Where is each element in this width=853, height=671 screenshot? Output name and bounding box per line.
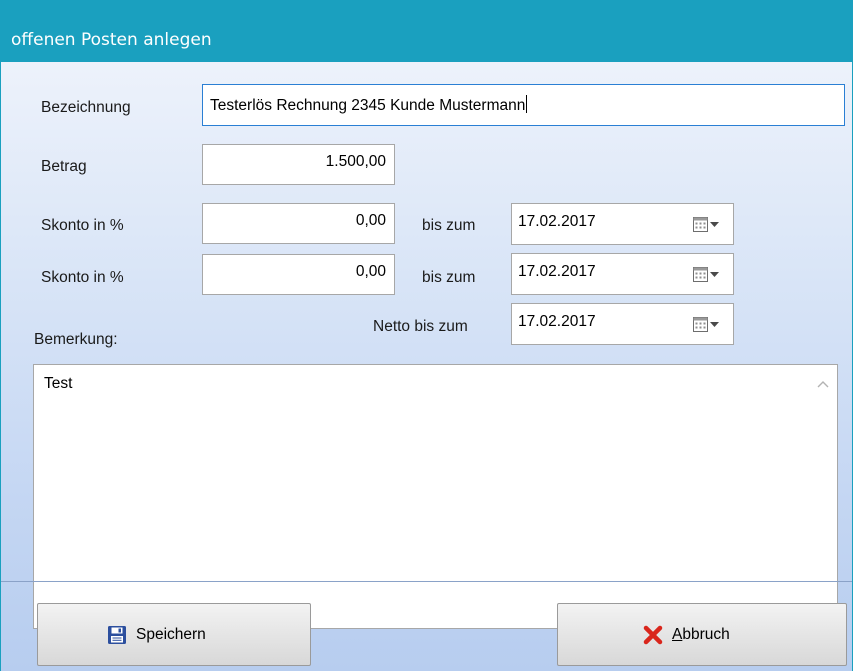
skonto2-value: 0,00 xyxy=(355,263,386,280)
text-caret xyxy=(526,95,528,113)
netto-date-value: 17.02.2017 xyxy=(518,313,596,330)
skonto1-value: 0,00 xyxy=(355,212,386,229)
skonto1-date-label: bis zum xyxy=(422,217,476,234)
betrag-input[interactable]: 1.500,00 xyxy=(202,144,395,185)
netto-date-picker[interactable]: 17.02.2017 xyxy=(511,303,734,345)
cancel-button[interactable]: Abbruch xyxy=(557,603,847,666)
bemerkung-value: Test xyxy=(44,375,73,392)
skonto1-input[interactable]: 0,00 xyxy=(202,203,395,244)
bemerkung-textarea[interactable]: Test xyxy=(33,364,838,629)
cancel-button-label-rest: bbruch xyxy=(682,626,730,643)
title-bar[interactable]: offenen Posten anlegen xyxy=(0,0,853,62)
bezeichnung-value: Testerlös Rechnung 2345 Kunde Mustermann xyxy=(210,97,526,114)
dialog-window: offenen Posten anlegen Bezeichnung Teste… xyxy=(0,0,853,671)
calendar-dropdown-icon[interactable] xyxy=(693,216,721,234)
footer-separator xyxy=(1,581,852,582)
bemerkung-label: Bemerkung: xyxy=(34,331,118,348)
netto-date-label: Netto bis zum xyxy=(373,318,468,335)
skonto1-date-picker[interactable]: 17.02.2017 xyxy=(511,203,734,245)
save-button[interactable]: Speichern xyxy=(37,603,311,666)
memo-scrollbar[interactable] xyxy=(809,365,837,628)
cancel-button-label: Abbruch xyxy=(672,626,730,644)
bezeichnung-input[interactable]: Testerlös Rechnung 2345 Kunde Mustermann xyxy=(202,84,845,126)
scroll-up-arrow-icon[interactable] xyxy=(817,379,829,389)
cancel-accelerator-key: A xyxy=(672,626,683,643)
skonto1-date-value: 17.02.2017 xyxy=(518,213,596,230)
window-title: offenen Posten anlegen xyxy=(11,30,212,50)
skonto2-input[interactable]: 0,00 xyxy=(202,254,395,295)
save-button-label: Speichern xyxy=(136,626,206,643)
betrag-value: 1.500,00 xyxy=(325,153,386,170)
skonto2-date-label: bis zum xyxy=(422,269,476,286)
dialog-body: Bezeichnung Testerlös Rechnung 2345 Kund… xyxy=(0,62,853,671)
calendar-dropdown-icon[interactable] xyxy=(693,266,721,284)
skonto2-date-picker[interactable]: 17.02.2017 xyxy=(511,253,734,295)
calendar-dropdown-icon[interactable] xyxy=(693,316,721,334)
floppy-disk-icon xyxy=(108,626,126,644)
skonto2-label: Skonto in % xyxy=(41,269,124,286)
betrag-label: Betrag xyxy=(41,158,87,175)
skonto2-date-value: 17.02.2017 xyxy=(518,263,596,280)
bezeichnung-label: Bezeichnung xyxy=(41,99,131,116)
red-x-icon xyxy=(643,625,663,645)
skonto1-label: Skonto in % xyxy=(41,217,124,234)
